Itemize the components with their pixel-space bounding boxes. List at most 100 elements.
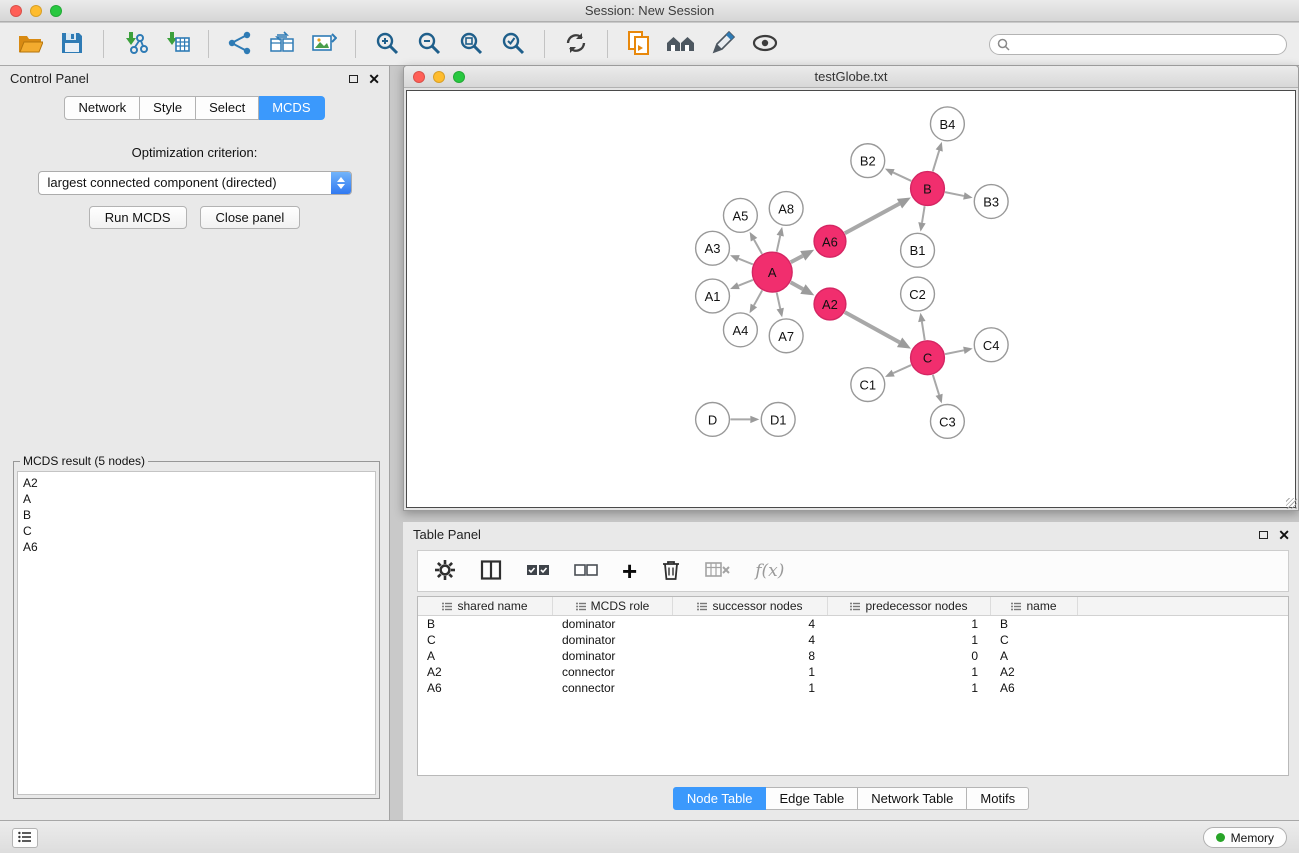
settings-gear-icon[interactable] (434, 559, 456, 584)
delete-column-icon[interactable] (661, 559, 681, 584)
graph-edge[interactable] (730, 416, 759, 423)
graph-node-B3[interactable]: B3 (974, 185, 1008, 219)
tab-mcds[interactable]: MCDS (259, 96, 324, 120)
memory-button[interactable]: Memory (1203, 827, 1287, 848)
float-panel-icon[interactable] (349, 75, 358, 83)
apply-layout-button[interactable] (558, 27, 594, 61)
graph-node-C3[interactable]: C3 (930, 404, 964, 438)
close-window-button[interactable] (10, 5, 22, 17)
graph-edge[interactable] (845, 312, 911, 348)
tab-select[interactable]: Select (196, 96, 259, 120)
graph-node-A2[interactable]: A2 (814, 288, 846, 320)
tab-network[interactable]: Network (64, 96, 140, 120)
zoom-in-button[interactable] (369, 27, 405, 61)
criterion-dropdown[interactable]: largest connected component (directed) (38, 171, 352, 195)
close-panel-icon[interactable]: ✕ (1278, 528, 1290, 542)
graph-node-A8[interactable]: A8 (769, 192, 803, 226)
graph-node-A6[interactable]: A6 (814, 225, 846, 257)
graph-edge[interactable] (918, 206, 925, 231)
mcds-result-item[interactable]: C (23, 523, 370, 539)
graph-node-B1[interactable]: B1 (901, 233, 935, 267)
graph-edge[interactable] (945, 347, 973, 354)
tab-node-table[interactable]: Node Table (673, 787, 767, 810)
show-graphics-button[interactable] (747, 27, 783, 61)
merge-tables-button[interactable] (264, 27, 300, 61)
add-column-icon[interactable]: + (622, 561, 637, 581)
graph-node-B4[interactable]: B4 (930, 107, 964, 141)
graph-node-D[interactable]: D (696, 403, 730, 437)
zoom-window-button[interactable] (50, 5, 62, 17)
column-visibility-icon[interactable] (480, 559, 502, 584)
graph-node-C2[interactable]: C2 (901, 277, 935, 311)
graph-node-C4[interactable]: C4 (974, 328, 1008, 362)
export-image-button[interactable] (306, 27, 342, 61)
mcds-result-item[interactable]: A (23, 491, 370, 507)
column-header-MCDS-role[interactable]: MCDS role (553, 597, 673, 615)
delete-table-icon[interactable] (705, 561, 731, 582)
graph-edge[interactable] (730, 280, 753, 289)
mcds-result-item[interactable]: B (23, 507, 370, 523)
graph-edge[interactable] (933, 375, 943, 404)
column-header-shared-name[interactable]: shared name (418, 597, 553, 615)
graph-node-C[interactable]: C (911, 341, 945, 375)
tab-style[interactable]: Style (140, 96, 196, 120)
column-header-successor-nodes[interactable]: successor nodes (673, 597, 828, 615)
graph-edge[interactable] (885, 169, 911, 181)
graph-edge[interactable] (945, 192, 973, 199)
graph-node-D1[interactable]: D1 (761, 403, 795, 437)
deselect-all-checks-icon[interactable] (574, 563, 598, 580)
resize-grip[interactable] (1286, 498, 1297, 509)
save-session-button[interactable] (54, 27, 90, 61)
graph-edge[interactable] (933, 142, 943, 171)
close-network-button[interactable] (413, 71, 425, 83)
graph-edge[interactable] (845, 198, 911, 234)
mcds-result-item[interactable]: A6 (23, 539, 370, 555)
mcds-result-list[interactable]: A2ABCA6 (17, 471, 376, 795)
tab-edge-table[interactable]: Edge Table (766, 787, 858, 810)
graph-node-B[interactable]: B (911, 172, 945, 206)
graph-edge[interactable] (750, 290, 763, 313)
home-button[interactable] (663, 27, 699, 61)
network-window-titlebar[interactable]: testGlobe.txt (404, 66, 1298, 88)
graph-node-C1[interactable]: C1 (851, 368, 885, 402)
graph-edge[interactable] (777, 293, 784, 318)
new-network-button[interactable] (222, 27, 258, 61)
import-table-button[interactable] (159, 27, 195, 61)
zoom-network-button[interactable] (453, 71, 465, 83)
close-panel-icon[interactable]: ✕ (368, 72, 380, 86)
run-mcds-button[interactable]: Run MCDS (89, 206, 187, 229)
graph-edge[interactable] (885, 365, 911, 377)
table-row[interactable]: Cdominator41C (418, 632, 1288, 648)
graph-node-A3[interactable]: A3 (696, 231, 730, 265)
select-all-checks-icon[interactable] (526, 563, 550, 580)
graph-edge[interactable] (791, 250, 814, 263)
mcds-result-item[interactable]: A2 (23, 475, 370, 491)
close-panel-button[interactable]: Close panel (200, 206, 301, 229)
table-row[interactable]: A6connector11A6 (418, 680, 1288, 696)
tab-network-table[interactable]: Network Table (858, 787, 967, 810)
graph-edge[interactable] (918, 313, 925, 340)
graph-node-A4[interactable]: A4 (723, 313, 757, 347)
column-header-name[interactable]: name (991, 597, 1078, 615)
zoom-selected-button[interactable] (495, 27, 531, 61)
graph-edge[interactable] (750, 232, 762, 254)
table-row[interactable]: A2connector11A2 (418, 664, 1288, 680)
annotation-button[interactable] (705, 27, 741, 61)
zoom-fit-button[interactable] (453, 27, 489, 61)
graph-node-A1[interactable]: A1 (696, 279, 730, 313)
import-network-button[interactable] (117, 27, 153, 61)
graph-edge[interactable] (777, 227, 784, 252)
float-panel-icon[interactable] (1259, 531, 1268, 539)
table-row[interactable]: Adominator80A (418, 648, 1288, 664)
graph-edge[interactable] (791, 282, 815, 295)
graph-node-A[interactable]: A (752, 252, 792, 292)
clone-network-button[interactable] (621, 27, 657, 61)
graph-node-A5[interactable]: A5 (723, 198, 757, 232)
open-session-button[interactable] (12, 27, 48, 61)
minimize-network-button[interactable] (433, 71, 445, 83)
column-header-predecessor-nodes[interactable]: predecessor nodes (828, 597, 991, 615)
search-input[interactable] (989, 34, 1287, 55)
network-canvas[interactable]: B4B2BB3A5A8A6B1A3AC2A1A2A4A7C4CC1C3DD1 (406, 90, 1296, 508)
graph-edge[interactable] (730, 255, 753, 264)
minimize-window-button[interactable] (30, 5, 42, 17)
